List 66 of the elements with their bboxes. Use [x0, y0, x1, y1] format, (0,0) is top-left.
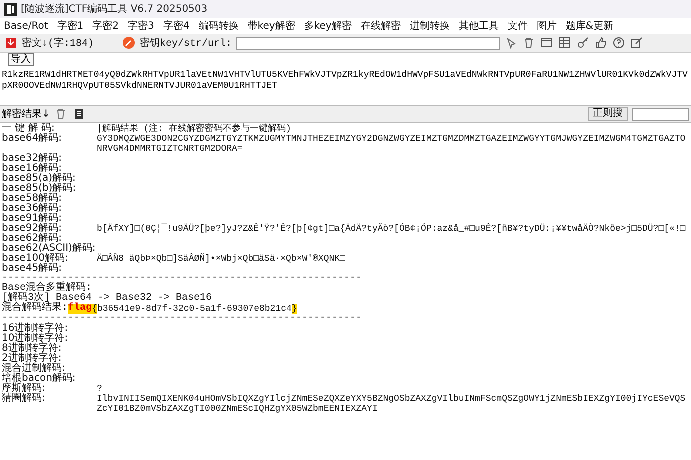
decoder-label: 猜圈解码: — [2, 394, 46, 406]
decoder-label: base45解码: — [2, 264, 63, 274]
decoder-label: 10进制转字符: — [2, 334, 70, 344]
help-icon[interactable] — [612, 36, 626, 50]
menu-item[interactable]: 文件 — [508, 19, 528, 33]
highlighted-brace: } — [292, 304, 298, 314]
decoder-label: 培根bacon解码: — [2, 374, 77, 384]
decoder-label: 8进制转字符: — [2, 344, 63, 354]
app-logo-icon — [4, 2, 17, 16]
decoder-label: base91解码: — [2, 214, 63, 224]
menu-item[interactable]: 在线解密 — [360, 19, 401, 33]
mixed-result-label: 混合解码结果: — [2, 304, 68, 314]
tooltip: 导入 — [8, 53, 34, 66]
key-icon[interactable] — [576, 36, 590, 50]
highlighted-brace: { — [92, 304, 98, 314]
window-icon[interactable] — [540, 36, 554, 50]
menu-item[interactable]: 图片 — [536, 19, 557, 33]
edit-icon[interactable] — [630, 36, 644, 50]
decoder-label: base85(a)解码: — [2, 174, 77, 184]
thumbs-up-icon[interactable] — [594, 36, 608, 50]
decoded-value: GY3DMQZWGE3DON2CGYZDGMZTGYZTKMZUGMYTMNJTHEZEIMZYGY2DGNZWGYZEIMZTGMZDMMZTGAZEIMZWGYYTGMJWGYZEIMZWGM4TGMZTGAZTONRVGM4DMMRTGIZTCNRTGM2DORA= — [97, 134, 687, 154]
decoder-label: base16解码: — [2, 164, 62, 174]
import-icon[interactable] — [4, 36, 18, 50]
decoder-label: base62(ASCII)解码: — [2, 244, 97, 254]
menu-item[interactable]: 字密2 — [92, 19, 120, 33]
decoded-value: Ä□ÂÑ8 äQbÞ×Qb□]SäÂØÑ]•×Wbj×Qb□äSä·×Qb×W'®XQNK□ — [97, 254, 346, 264]
decoder-label: base32解码: — [2, 154, 63, 164]
search-field[interactable] — [632, 108, 689, 120]
decoder-label: base36解码: — [2, 204, 63, 214]
decoder-label: 摩斯解码: — [2, 384, 46, 394]
decoder-label: base92解码: — [2, 224, 63, 234]
decoder-label: 一 键 解 码: — [2, 124, 55, 134]
result-line: ------------------------------------------------------------ — [2, 314, 362, 324]
menu-item[interactable]: 编码转换 — [198, 19, 239, 33]
table-icon[interactable] — [558, 36, 572, 50]
regex-search-button[interactable]: 正则搜 — [588, 107, 628, 121]
decoder-label: base100解码: — [2, 254, 70, 264]
key-input-field[interactable] — [236, 36, 500, 50]
decoded-value: ? — [97, 384, 104, 394]
menu-item[interactable]: 题库&更新 — [566, 19, 614, 33]
menu-item[interactable]: Base/Rot — [4, 20, 48, 32]
key-label: 密钥key/str/url: — [140, 36, 232, 50]
decoder-label: base62解码: — [2, 234, 62, 244]
pencil-icon[interactable] — [122, 36, 136, 50]
decoder-label: 2进制转字符: — [2, 354, 63, 364]
decoder-label: base85(b)解码: — [2, 184, 78, 194]
decoder-label: base58解码: — [2, 194, 63, 204]
cipher-label: 密文↓(字:184) — [22, 36, 94, 50]
menu-item[interactable]: 字密1 — [57, 19, 84, 33]
menu-item[interactable]: 字密4 — [163, 19, 190, 33]
flag-keyword: flag — [68, 304, 92, 314]
menu-item[interactable]: 多key解密 — [304, 19, 352, 33]
decoder-label: base64解码: — [2, 134, 63, 146]
window-title: [随波逐流]CTF编码工具 V6.7 20250503 — [21, 2, 208, 16]
decoder-label: 混合进制解码: — [2, 364, 66, 374]
results-label: 解密结果↓ — [2, 108, 50, 121]
flag-text: b36541e9-8d7f-32c0-5a1f-69307e8b21c4 — [97, 304, 292, 314]
menu-item[interactable]: 字密3 — [128, 19, 154, 33]
decoded-value: b[ÄfXY]□(0Ç¦¯!u9ÄÜ?[þe?]yJ?Z&Ê'Ÿ?'Ê?[þ[¢gt]□a{ÄdÄ?tyÃò?[ÓB¢¡ÓP:az&å_#□u9Ê?[ñB¥?tyDÜ:¡¥¥twåÄÒ?Nkõe>j□5DÜ?□[«!□ — [97, 224, 687, 234]
decoder-label: 16进制转字符: — [2, 324, 70, 334]
menu-item[interactable]: 其他工具 — [458, 19, 499, 33]
decoded-value: |解码结果 (注: 在线解密密码不参与一键解码) — [97, 124, 292, 134]
menu-item[interactable]: 进制转换 — [410, 19, 450, 33]
cursor-icon[interactable] — [504, 36, 518, 50]
menu-item[interactable]: 带key解密 — [248, 19, 296, 33]
decoded-value: IlbvINIISemQIXENK04uHOmVSbIQXZgYIlcjZNmESeZQXZeYXY5BZNgOSbZAXZgVIlbuINmFScmQSZgOWY1jZNmESbIEXZgYI00jIYcESeVQSZcYI01BZ0mVSbZAXZgTI000ZNmEScIQHZgYX05WZbmEENIEXZAYI — [97, 394, 687, 414]
